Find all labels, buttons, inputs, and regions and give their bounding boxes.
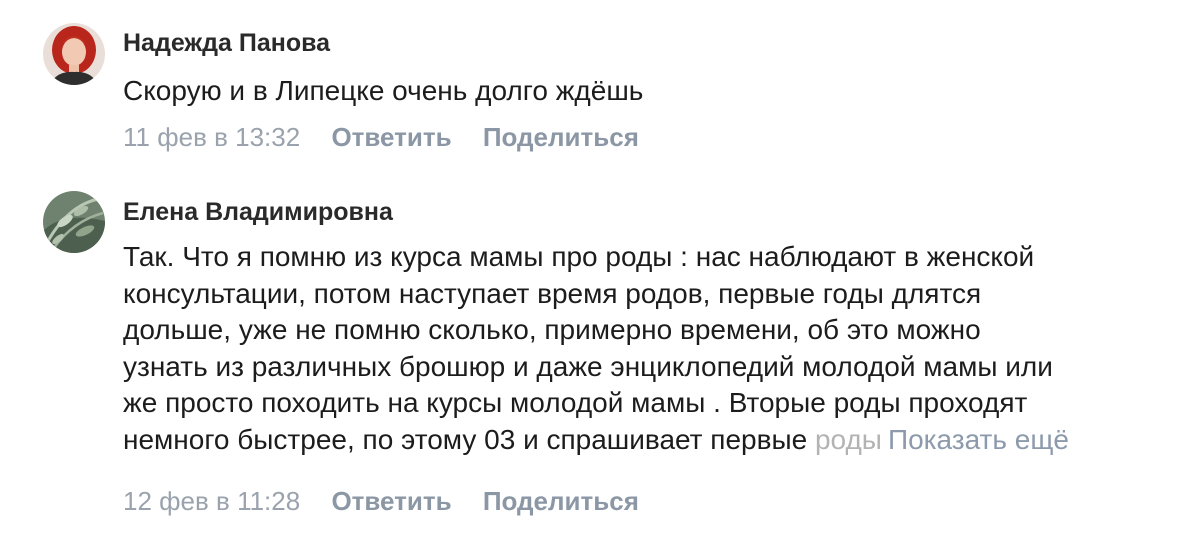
comment-text: Так. Что я помню из курса мамы про роды … <box>123 239 1173 458</box>
author-name[interactable]: Надежда Панова <box>123 29 330 58</box>
comment-text-faded: роды <box>814 423 882 455</box>
comment-item: Елена Владимировна Так. Что я помню из к… <box>0 176 1200 540</box>
comment-text-line: консультации, потом наступает время родо… <box>123 277 982 309</box>
comment-text-visible: немного быстрее, по этому 03 и спрашивае… <box>123 423 815 455</box>
reply-button[interactable]: Ответить <box>331 486 451 516</box>
show-more-link[interactable]: Показать ещё <box>888 424 1069 455</box>
user-photo-icon <box>43 191 105 253</box>
comment-item: Надежда Панова Скорую и в Липецке очень … <box>0 0 1200 160</box>
comment-timestamp[interactable]: 12 фев в 11:28 <box>123 486 300 516</box>
comment-meta: 12 фев в 11:28 Ответить Поделиться <box>123 486 639 517</box>
avatar[interactable] <box>43 23 105 85</box>
author-name[interactable]: Елена Владимировна <box>123 198 393 227</box>
comment-text: Скорую и в Липецке очень долго ждёшь <box>123 73 1173 110</box>
comment-text-line: узнать из различных брошюр и даже энцикл… <box>123 350 1053 382</box>
comment-text-line: Скорую и в Липецке очень долго ждёшь <box>123 75 644 106</box>
reply-button[interactable]: Ответить <box>331 122 451 152</box>
comment-meta: 11 фев в 13:32 Ответить Поделиться <box>123 122 639 153</box>
comment-timestamp[interactable]: 11 фев в 13:32 <box>123 122 300 152</box>
avatar[interactable] <box>43 191 105 253</box>
comment-text-line: Так. Что я помню из курса мамы про роды … <box>123 241 1035 272</box>
comment-text-line: дольше, уже не помню сколько, примерно в… <box>123 314 981 345</box>
comment-text-line: же просто походить на курсы молодой мамы… <box>123 387 1028 418</box>
comment-text-last-line: немного быстрее, по этому 03 и спрашивае… <box>123 422 1173 459</box>
share-button[interactable]: Поделиться <box>483 122 639 152</box>
share-button[interactable]: Поделиться <box>483 486 639 516</box>
user-photo-icon <box>43 23 105 85</box>
